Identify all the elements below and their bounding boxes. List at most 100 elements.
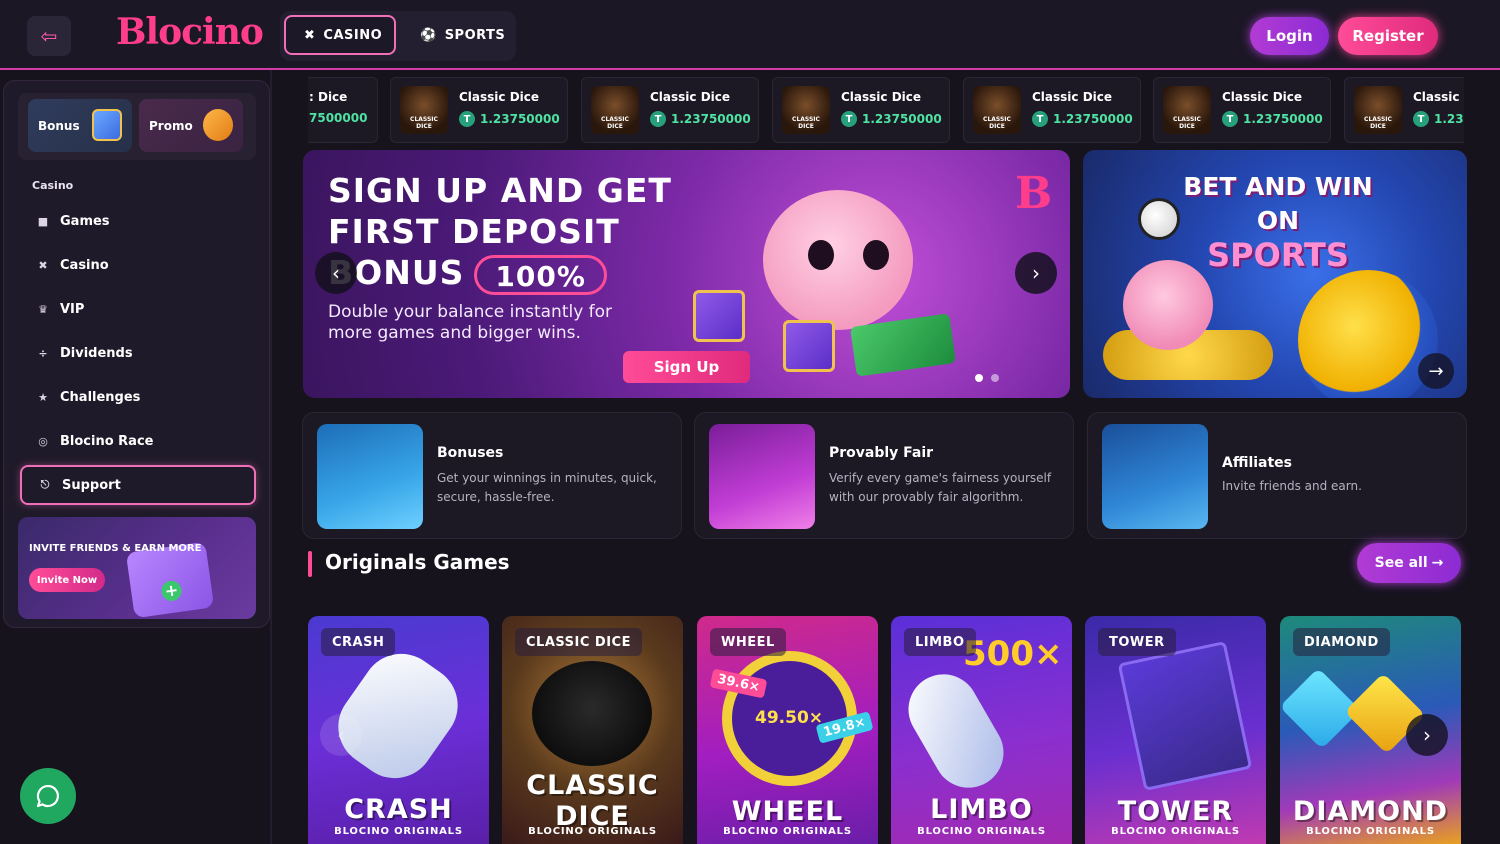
sidebar-item-challenges[interactable]: ★ Challenges — [20, 377, 256, 417]
arrow-right-icon: → — [1431, 555, 1444, 571]
game-tag: CLASSIC DICE — [515, 628, 642, 656]
sidebar-item-support[interactable]: ⎋ Support — [20, 465, 256, 505]
feature-description: Invite friends and earn. — [1222, 479, 1362, 493]
game-title: CLASSIC DICE — [526, 770, 659, 832]
ticker-item[interactable]: Classic Dice T1.23750000 — [772, 77, 950, 143]
divide-icon: ÷ — [38, 346, 48, 360]
game-tag: LIMBO — [904, 628, 976, 656]
ticker-game-name: Classic Dice — [650, 90, 731, 104]
sidebar-divider — [270, 70, 272, 844]
feature-description: Get your winnings in minutes, quick, sec… — [437, 471, 657, 504]
feature-card-provably-fair[interactable]: Provably Fair Verify every game's fairne… — [694, 412, 1074, 539]
dice-image — [532, 661, 652, 766]
game-card-wheel[interactable]: 39.6× 49.50× 19.8× WHEEL WHEEL BLOCINO O… — [697, 616, 878, 844]
gift-box-icon — [317, 424, 423, 529]
feature-title: Provably Fair — [829, 445, 934, 461]
game-title: DIAMOND — [1292, 796, 1449, 827]
tab-casino[interactable]: ✖ CASINO — [284, 15, 396, 55]
feature-card-bonuses[interactable]: Bonuses Get your winnings in minutes, qu… — [302, 412, 682, 539]
game-tag: DIAMOND — [1293, 628, 1390, 656]
register-button[interactable]: Register — [1338, 17, 1438, 55]
megaphone-icon — [1102, 424, 1208, 529]
collapse-sidebar-button[interactable]: ⇦ — [27, 16, 71, 56]
ticker-game-name: Classic Dice — [1222, 90, 1303, 104]
ticker-item[interactable]: Classic I T1.23 — [1344, 77, 1464, 143]
promo-tile[interactable]: Promo — [139, 99, 243, 152]
sidebar-item-label: Dividends — [60, 345, 133, 361]
games-prev-button[interactable]: ‹ — [320, 714, 362, 756]
classic-dice-thumb — [782, 86, 830, 134]
headset-icon: ⎋ — [40, 478, 50, 491]
ticker-amount: T 1.23750000 — [650, 111, 751, 127]
ticker-item[interactable]: Classic Dice T1.23750000 — [963, 77, 1141, 143]
sports-banner-arrow-button[interactable]: → — [1418, 353, 1454, 389]
arrow-right-icon: → — [1428, 360, 1444, 382]
games-next-button[interactable]: › — [1406, 714, 1448, 756]
sidebar-item-label: Games — [60, 213, 110, 229]
game-card-limbo[interactable]: 500× LIMBO LIMBO BLOCINO ORIGINALS — [891, 616, 1072, 844]
banner-prev-button[interactable]: ‹ — [315, 252, 357, 294]
sidebar-item-vip[interactable]: ♛ VIP — [20, 289, 256, 329]
banner-next-button[interactable]: › — [1015, 252, 1057, 294]
ticker-amount: T 1.23750000 — [1222, 111, 1323, 127]
game-card-classic-dice[interactable]: CLASSIC DICE CLASSIC DICE BLOCINO ORIGIN… — [502, 616, 683, 844]
top-header: ⇦ Blocino ✖ CASINO ⚽ SPORTS Login Regist… — [0, 0, 1500, 70]
bonus-label: Bonus — [38, 118, 80, 133]
sidebar-item-dividends[interactable]: ÷ Dividends — [20, 333, 256, 373]
sidebar-item-casino[interactable]: ✖ Casino — [20, 245, 256, 285]
game-subtitle: BLOCINO ORIGINALS — [528, 826, 657, 837]
brand-mark: B — [1015, 168, 1053, 219]
game-subtitle: BLOCINO ORIGINALS — [1111, 826, 1240, 837]
ticker-game-name: : Dice — [309, 90, 348, 104]
login-button[interactable]: Login — [1250, 17, 1329, 55]
sign-up-button[interactable]: Sign Up — [623, 351, 750, 383]
carousel-dot[interactable] — [975, 374, 983, 382]
ticker-item[interactable]: Classic Dice T1.23750000 — [581, 77, 759, 143]
invite-friends-card: INVITE FRIENDS & EARN MORE Invite Now — [18, 517, 256, 619]
ticker-item[interactable]: : Dice 7500000 — [308, 77, 378, 143]
feature-title: Affiliates — [1222, 455, 1293, 471]
tether-icon: T — [841, 111, 857, 127]
live-chat-button[interactable] — [20, 768, 76, 824]
rocket-image — [895, 661, 1017, 801]
sidebar-item-blocino-race[interactable]: ◎ Blocino Race — [20, 421, 256, 461]
bonus-percent-badge: 100% — [474, 254, 607, 295]
product-tabs: ✖ CASINO ⚽ SPORTS — [280, 11, 516, 61]
promo-box: Bonus Promo — [18, 93, 256, 160]
target-icon: ◎ — [38, 434, 48, 448]
chat-bubble-icon — [36, 784, 59, 808]
logo[interactable]: Blocino — [116, 11, 264, 53]
sidebar-item-label: Blocino Race — [60, 433, 154, 449]
gift-icon — [92, 109, 122, 141]
axolotl-mascot-image — [1123, 260, 1213, 350]
tether-icon: T — [1413, 111, 1429, 127]
chevron-right-icon: › — [1032, 261, 1040, 285]
padlock-icon — [203, 109, 233, 141]
section-accent-bar — [308, 551, 312, 577]
originals-section-title: Originals Games — [325, 550, 510, 574]
sports-banner[interactable]: BET AND WIN ON SPORTS → — [1083, 150, 1467, 398]
crown-icon: ♛ — [38, 302, 48, 316]
bonus-tile[interactable]: Bonus — [28, 99, 132, 152]
sidebar-item-label: Support — [62, 477, 121, 493]
banner-title: SIGN UP AND GET FIRST DEPOSIT BONUS 100% — [328, 171, 672, 295]
tether-icon: T — [1222, 111, 1238, 127]
game-card-tower[interactable]: TOWER TOWER BLOCINO ORIGINALS — [1085, 616, 1266, 844]
invite-now-button[interactable]: Invite Now — [29, 568, 105, 592]
tab-sports-label: SPORTS — [444, 27, 506, 43]
game-tag: WHEEL — [710, 628, 786, 656]
classic-dice-thumb — [591, 86, 639, 134]
tab-sports[interactable]: ⚽ SPORTS — [402, 15, 512, 55]
sidebar-item-games[interactable]: ■ Games — [20, 201, 256, 241]
casino-section-label: Casino — [32, 179, 74, 192]
carousel-dot[interactable] — [991, 374, 999, 382]
signup-bonus-banner[interactable]: B SIGN UP AND GET FIRST DEPOSIT BONUS 100… — [303, 150, 1070, 398]
ticker-amount: T 1.23750000 — [1032, 111, 1133, 127]
tether-icon: T — [1032, 111, 1048, 127]
see-all-button[interactable]: See all → — [1357, 543, 1461, 583]
chevron-right-icon: › — [1423, 723, 1431, 747]
basketball-icon: ⚽ — [420, 27, 437, 43]
ticker-item[interactable]: Classic Dice T1.23750000 — [390, 77, 568, 143]
feature-card-affiliates[interactable]: Affiliates Invite friends and earn. — [1087, 412, 1467, 539]
ticker-item[interactable]: Classic Dice T1.23750000 — [1153, 77, 1331, 143]
